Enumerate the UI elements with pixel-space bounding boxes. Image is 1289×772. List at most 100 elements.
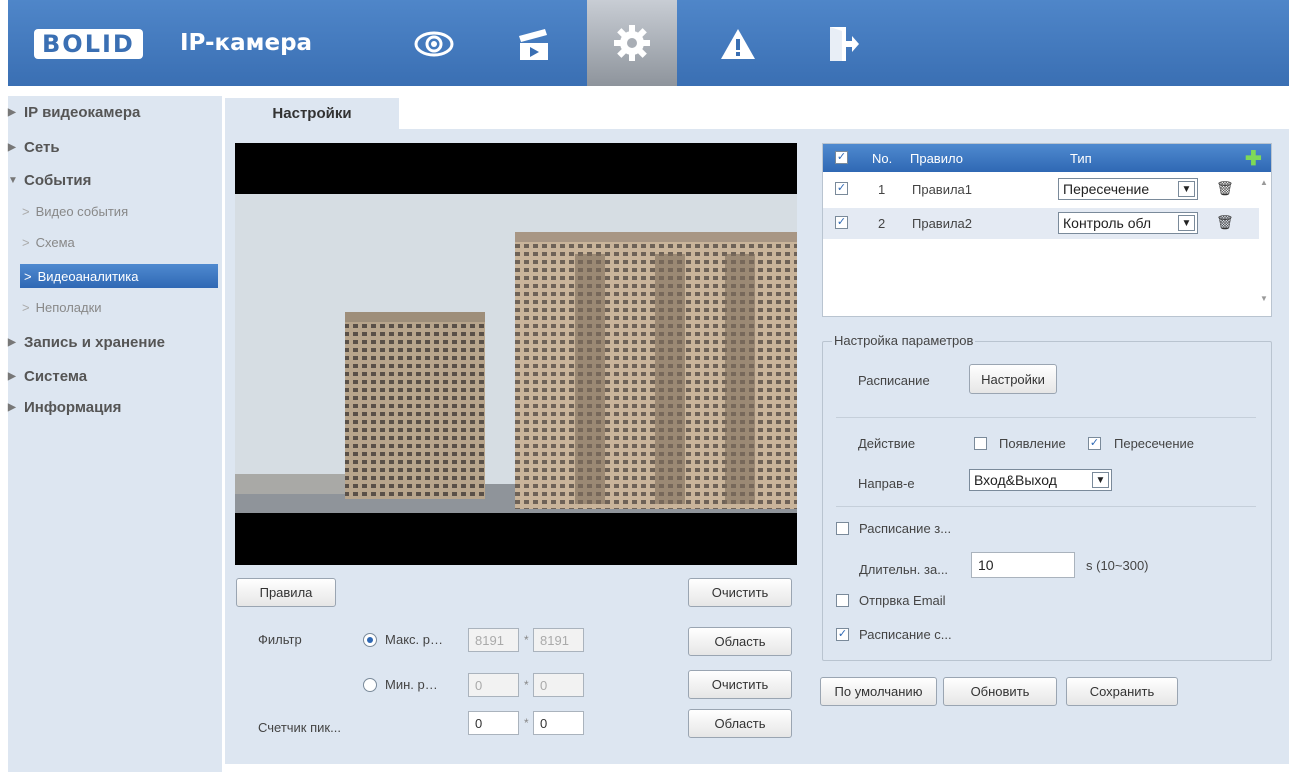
record-schedule-checkbox[interactable]	[836, 522, 849, 535]
rules-table: ✓ No. Правило Тип ✚ ✓ 1 Правила1 Пересеч…	[822, 143, 1272, 317]
triangle-right-icon: ▶	[8, 337, 16, 348]
record-schedule-label: Расписание з...	[859, 521, 952, 536]
rules-button[interactable]: Правила	[236, 578, 336, 607]
warning-icon	[721, 29, 755, 59]
row-checkbox[interactable]: ✓	[835, 216, 848, 229]
min-width-input[interactable]: 0	[468, 673, 519, 697]
schedule-settings-button[interactable]: Настройки	[969, 364, 1057, 394]
sidebar-item-system[interactable]: ▶ Система	[8, 368, 87, 385]
select-all-checkbox[interactable]: ✓	[835, 151, 848, 164]
direction-select[interactable]: Вход&Выход ▼	[969, 469, 1112, 491]
logout-button[interactable]	[810, 14, 876, 74]
area-button-2[interactable]: Область	[688, 709, 792, 738]
sidebar-subitem-video-events[interactable]: > Видео события	[22, 204, 128, 219]
row-checkbox[interactable]: ✓	[835, 182, 848, 195]
chevron-right-icon: >	[22, 300, 30, 315]
sidebar-subitem-label: Неполадки	[35, 300, 102, 315]
playback-button[interactable]	[500, 14, 566, 74]
snapshot-label: Расписание с...	[859, 627, 952, 642]
pixel-height-input[interactable]: 0	[533, 711, 584, 735]
duration-input[interactable]: 10	[971, 552, 1075, 578]
rule-type-select[interactable]: Пересечение ▼	[1058, 178, 1198, 200]
sidebar-subitem-label: Видео события	[35, 204, 129, 219]
sidebar-item-label: IP видеокамера	[24, 104, 141, 121]
rule-type-value: Контроль обл	[1063, 215, 1152, 231]
chevron-down-icon: ▼	[1178, 181, 1195, 197]
video-preview[interactable]	[235, 143, 797, 565]
row-name: Правила2	[912, 216, 973, 231]
trash-icon[interactable]: 🗑	[1216, 180, 1234, 197]
params-title: Настройка параметров	[832, 333, 976, 348]
rule-type-value: Пересечение	[1063, 181, 1150, 197]
pixel-counter-label: Счетчик пик...	[258, 720, 341, 735]
plus-icon[interactable]: ✚	[1245, 146, 1262, 171]
live-view-button[interactable]	[401, 14, 467, 74]
trash-icon[interactable]: 🗑	[1216, 214, 1234, 231]
sidebar-subitem-video-analytics[interactable]: > Видеоаналитика	[20, 264, 218, 288]
eye-icon	[414, 31, 454, 57]
divider	[836, 417, 1256, 418]
chevron-right-icon: >	[24, 268, 32, 284]
clapper-icon	[519, 29, 548, 60]
sidebar-item-label: Система	[24, 368, 88, 385]
row-no: 1	[878, 182, 886, 197]
camera-image	[235, 194, 797, 513]
appear-checkbox[interactable]	[974, 437, 987, 450]
area-button[interactable]: Область	[688, 627, 792, 656]
table-row[interactable]: ✓ 1 Правила1 Пересечение ▼ 🗑	[823, 174, 1259, 205]
row-no: 2	[878, 216, 886, 231]
logo: BOLID	[34, 29, 143, 59]
chevron-down-icon: ▼	[1092, 472, 1109, 488]
duration-label: Длительн. за...	[859, 562, 949, 577]
sidebar-item-label: Информация	[24, 399, 122, 416]
cross-label: Пересечение	[1114, 436, 1195, 451]
tab-settings[interactable]: Настройки	[225, 98, 399, 129]
email-label: Отпрвка Email	[859, 593, 946, 608]
filter-label: Фильтр	[258, 632, 302, 647]
sidebar-item-label: Сеть	[24, 139, 60, 156]
min-height-input[interactable]: 0	[533, 673, 584, 697]
triangle-right-icon: ▶	[8, 371, 16, 382]
app-title: IP-камера	[180, 30, 313, 56]
exit-icon	[830, 27, 859, 61]
action-label: Действие	[858, 436, 916, 451]
max-size-radio[interactable]	[363, 633, 377, 647]
sidebar-subitem-label: Схема	[35, 235, 75, 250]
sidebar-item-network[interactable]: ▶ Сеть	[8, 139, 60, 156]
max-width-input[interactable]: 8191	[468, 628, 519, 652]
default-button[interactable]: По умолчанию	[820, 677, 937, 706]
sidebar-subitem-scheme[interactable]: > Схема	[22, 235, 75, 250]
triangle-right-icon: ▶	[8, 107, 16, 118]
refresh-button[interactable]: Обновить	[943, 677, 1057, 706]
sidebar-item-info[interactable]: ▶ Информация	[8, 399, 121, 416]
sidebar-item-events[interactable]: ▼ События	[8, 172, 91, 189]
sidebar-subitem-faults[interactable]: > Неполадки	[22, 300, 102, 315]
sidebar-item-ip-camera[interactable]: ▶ IP видеокамера	[8, 104, 140, 121]
multiply-sign: *	[524, 633, 529, 647]
setup-button[interactable]	[587, 0, 677, 86]
chevron-right-icon: >	[22, 204, 30, 219]
scroll-up-icon[interactable]: ▲	[1260, 178, 1268, 187]
rule-type-select[interactable]: Контроль обл ▼	[1058, 212, 1198, 234]
scroll-down-icon[interactable]: ▼	[1260, 294, 1268, 303]
pixel-width-input[interactable]: 0	[468, 711, 519, 735]
save-button[interactable]: Сохранить	[1066, 677, 1178, 706]
cross-checkbox[interactable]: ✓	[1088, 437, 1101, 450]
max-height-input[interactable]: 8191	[533, 628, 584, 652]
table-row[interactable]: ✓ 2 Правила2 Контроль обл ▼ 🗑	[823, 208, 1259, 239]
snapshot-checkbox[interactable]: ✓	[836, 628, 849, 641]
alarm-button[interactable]	[705, 14, 771, 74]
email-checkbox[interactable]	[836, 594, 849, 607]
clear-button-2[interactable]: Очистить	[688, 670, 792, 699]
col-type: Тип	[1070, 151, 1092, 166]
min-size-radio[interactable]	[363, 678, 377, 692]
min-size-label: Мин. р…	[385, 677, 438, 692]
appear-label: Появление	[999, 436, 1066, 451]
sidebar-item-label: События	[24, 172, 92, 189]
clear-button[interactable]: Очистить	[688, 578, 792, 607]
duration-range: s (10~300)	[1086, 558, 1149, 573]
sidebar-item-storage[interactable]: ▶ Запись и хранение	[8, 334, 165, 351]
gear-icon	[614, 25, 650, 61]
row-name: Правила1	[912, 182, 973, 197]
sidebar	[8, 96, 222, 772]
